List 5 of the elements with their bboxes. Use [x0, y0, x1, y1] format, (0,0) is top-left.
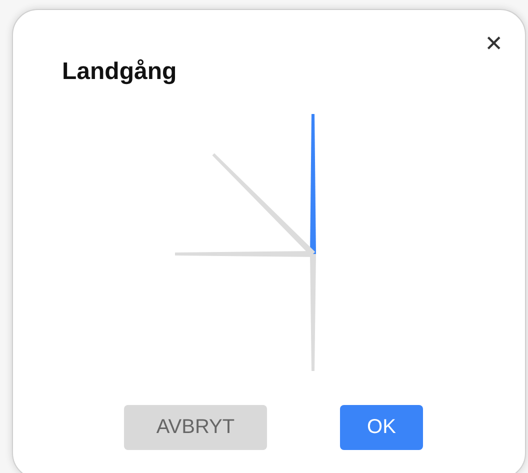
direction-needle[interactable] [310, 114, 316, 254]
close-button[interactable]: ✕ [480, 32, 507, 57]
ok-button[interactable]: OK [340, 405, 423, 450]
cancel-button[interactable]: AVBRYT [124, 405, 267, 450]
dialog-title: Landgång [62, 58, 177, 86]
